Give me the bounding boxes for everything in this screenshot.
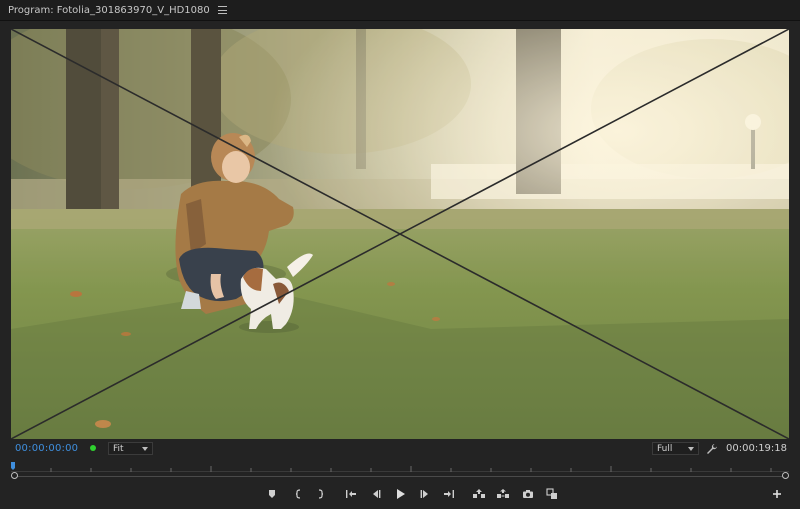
go-to-in-button[interactable]: [343, 486, 359, 502]
lift-icon: [472, 488, 486, 500]
extract-icon: [496, 488, 510, 500]
wrench-icon[interactable]: [706, 443, 718, 455]
chevron-down-icon: [142, 446, 148, 451]
playhead-marker[interactable]: [11, 462, 15, 470]
mark-in-button[interactable]: [290, 486, 306, 502]
program-monitor-viewer[interactable]: [11, 29, 789, 439]
hamburger-menu-icon[interactable]: [217, 6, 227, 14]
camera-icon: [522, 489, 534, 499]
safe-margin-cross-overlay: [11, 29, 789, 439]
comparison-view-button[interactable]: [544, 486, 560, 502]
chevron-down-icon: [688, 446, 694, 451]
go-to-out-button[interactable]: [441, 486, 457, 502]
step-forward-icon: [419, 489, 431, 499]
go-to-in-icon: [345, 489, 357, 499]
mark-out-button[interactable]: [313, 486, 329, 502]
status-indicator: [90, 445, 96, 451]
panel-header: Program: Fotolia_301863970_V_HD1080: [0, 0, 800, 21]
zoom-level-value: Fit: [113, 443, 124, 454]
zoom-scrollbar-track[interactable]: [15, 476, 785, 477]
play-icon: [394, 488, 406, 500]
comparison-view-icon: [546, 488, 558, 500]
duration-timecode: 00:00:19:18: [726, 443, 788, 454]
mark-in-icon: [293, 489, 303, 499]
monitor-controls-row: 00:00:00:00 Fit Full 00:00:19:18: [0, 440, 800, 458]
play-button[interactable]: [392, 486, 408, 502]
mark-out-icon: [316, 489, 326, 499]
zoom-scrollbar-right-handle[interactable]: [782, 472, 789, 479]
step-back-icon: [370, 489, 382, 499]
time-ruler[interactable]: [11, 460, 789, 472]
plus-icon: [772, 489, 782, 499]
panel-title[interactable]: Program: Fotolia_301863970_V_HD1080: [0, 5, 210, 16]
add-marker-button[interactable]: [264, 486, 280, 502]
go-to-out-icon: [443, 489, 455, 499]
program-monitor-panel: Program: Fotolia_301863970_V_HD1080 00:0…: [0, 0, 800, 509]
add-marker-icon: [267, 489, 277, 499]
step-forward-button[interactable]: [417, 486, 433, 502]
playback-resolution-value: Full: [657, 443, 673, 454]
lift-button[interactable]: [471, 486, 487, 502]
transport-controls: [0, 484, 800, 504]
extract-button[interactable]: [495, 486, 511, 502]
zoom-level-dropdown[interactable]: Fit: [108, 442, 153, 455]
playhead-timecode[interactable]: 00:00:00:00: [15, 443, 78, 454]
zoom-scrollbar-left-handle[interactable]: [11, 472, 18, 479]
button-editor-button[interactable]: [769, 486, 785, 502]
export-frame-button[interactable]: [520, 486, 536, 502]
playback-resolution-dropdown[interactable]: Full: [652, 442, 699, 455]
step-back-button[interactable]: [368, 486, 384, 502]
